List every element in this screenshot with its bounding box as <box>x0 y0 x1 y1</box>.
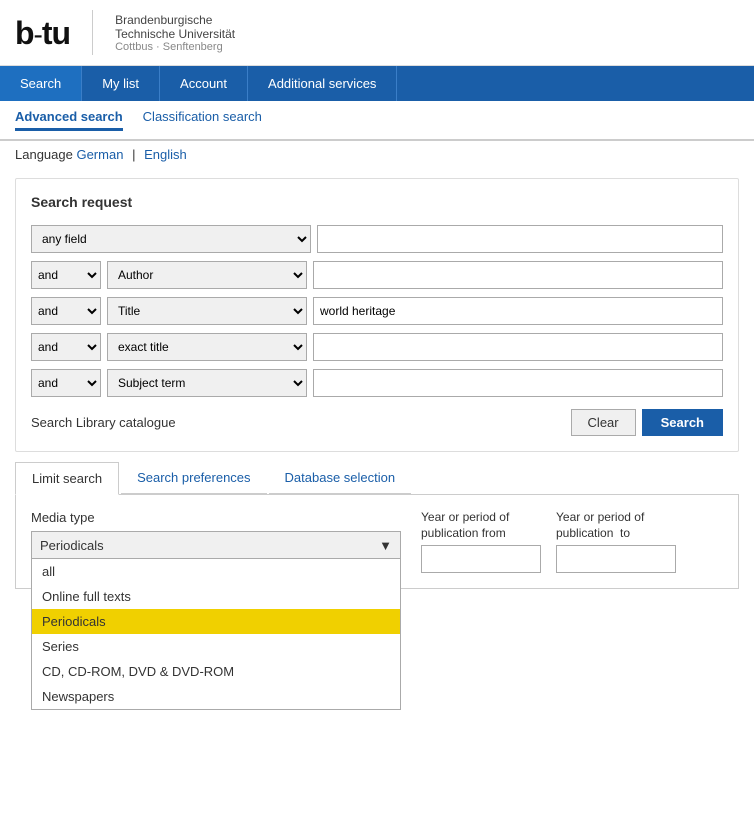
media-dropdown: all Online full texts Periodicals Series… <box>31 559 401 710</box>
year-to-group: Year or period ofpublication to <box>556 510 676 573</box>
year-to-input[interactable] <box>556 545 676 573</box>
search-row-1: any field Author Title exact title Subje… <box>31 225 723 253</box>
search-row-4: and or not any field Author Title exact … <box>31 333 723 361</box>
field-select-5[interactable]: any field Author Title exact title Subje… <box>107 369 307 397</box>
field-select-2[interactable]: any field Author Title exact title Subje… <box>107 261 307 289</box>
search-button[interactable]: Search <box>642 409 723 436</box>
operator-select-4[interactable]: and or not <box>31 333 101 361</box>
logo-text: Brandenburgische Technische Universität … <box>115 13 235 53</box>
logo-b: b <box>15 15 34 51</box>
limit-search-content: Media type Periodicals ▼ all Online full… <box>15 495 739 589</box>
search-section: Search request any field Author Title ex… <box>15 178 739 452</box>
language-german[interactable]: German <box>76 147 123 162</box>
tab-limit-search[interactable]: Limit search <box>15 462 119 495</box>
media-selected-value: Periodicals <box>40 538 104 553</box>
tab-database-selection[interactable]: Database selection <box>269 462 412 494</box>
media-option-series[interactable]: Series <box>32 634 400 659</box>
subnav-advanced-search[interactable]: Advanced search <box>15 109 123 131</box>
search-row-5: and or not any field Author Title exact … <box>31 369 723 397</box>
search-input-2[interactable] <box>313 261 723 289</box>
language-separator: | <box>132 147 135 162</box>
language-label: Language <box>15 147 73 162</box>
clear-button[interactable]: Clear <box>571 409 636 436</box>
media-type-label: Media type <box>31 510 401 525</box>
logo: b-tu Brandenburgische Technische Univers… <box>15 10 235 55</box>
action-buttons: Clear Search <box>571 409 723 436</box>
search-catalogue-label: Search Library catalogue <box>31 415 176 430</box>
nav-additional[interactable]: Additional services <box>248 66 397 101</box>
year-group: Year or period ofpublication from Year o… <box>421 510 676 573</box>
field-select-3[interactable]: any field Author Title exact title Subje… <box>107 297 307 325</box>
tab-search-preferences[interactable]: Search preferences <box>121 462 266 494</box>
sub-nav: Advanced search Classification search <box>0 101 754 141</box>
search-input-4[interactable] <box>313 333 723 361</box>
search-row-3: and or not any field Author Title exact … <box>31 297 723 325</box>
operator-select-5[interactable]: and or not <box>31 369 101 397</box>
media-option-cd[interactable]: CD, CD-ROM, DVD & DVD-ROM <box>32 659 400 684</box>
search-row-2: and or not any field Author Title exact … <box>31 261 723 289</box>
media-option-all[interactable]: all <box>32 559 400 584</box>
nav-search[interactable]: Search <box>0 66 82 101</box>
tabs-section: Limit search Search preferences Database… <box>15 462 739 589</box>
field-select-1[interactable]: any field Author Title exact title Subje… <box>31 225 311 253</box>
year-to-label: Year or period ofpublication to <box>556 510 676 541</box>
language-bar: Language German | English <box>0 141 754 168</box>
subnav-classification-search[interactable]: Classification search <box>143 109 262 131</box>
media-select-wrapper: Periodicals ▼ all Online full texts Peri… <box>31 531 401 559</box>
media-type-group: Media type Periodicals ▼ all Online full… <box>31 510 401 559</box>
media-option-newspapers[interactable]: Newspapers <box>32 684 400 709</box>
language-english[interactable]: English <box>144 147 187 162</box>
operator-select-3[interactable]: and or not <box>31 297 101 325</box>
search-input-1[interactable] <box>317 225 723 253</box>
year-from-label: Year or period ofpublication from <box>421 510 541 541</box>
search-input-5[interactable] <box>313 369 723 397</box>
search-tabs: Limit search Search preferences Database… <box>15 462 739 495</box>
logo-mark: b-tu <box>15 17 70 49</box>
field-select-4[interactable]: any field Author Title exact title Subje… <box>107 333 307 361</box>
year-from-group: Year or period ofpublication from <box>421 510 541 573</box>
nav-mylist[interactable]: My list <box>82 66 160 101</box>
main-nav: Search My list Account Additional servic… <box>0 66 754 101</box>
logo-divider <box>92 10 93 55</box>
header: b-tu Brandenburgische Technische Univers… <box>0 0 754 66</box>
media-option-periodicals[interactable]: Periodicals <box>32 609 400 634</box>
media-section: Media type Periodicals ▼ all Online full… <box>31 510 723 573</box>
media-option-online[interactable]: Online full texts <box>32 584 400 609</box>
media-select-display[interactable]: Periodicals ▼ <box>31 531 401 559</box>
nav-account[interactable]: Account <box>160 66 248 101</box>
search-section-title: Search request <box>31 194 723 210</box>
logo-dash: - <box>34 19 42 50</box>
search-footer: Search Library catalogue Clear Search <box>31 409 723 436</box>
search-input-3[interactable] <box>313 297 723 325</box>
year-from-input[interactable] <box>421 545 541 573</box>
operator-select-2[interactable]: and or not <box>31 261 101 289</box>
dropdown-arrow-icon: ▼ <box>379 538 392 553</box>
logo-tu: tu <box>42 15 70 51</box>
